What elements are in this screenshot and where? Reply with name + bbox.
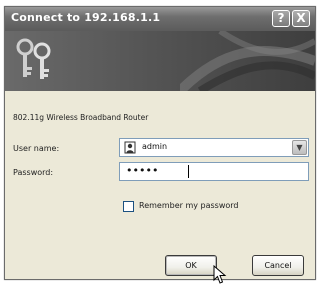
- login-dialog: Connect to 192.168.1.1 ? X 802.11g Wirel…: [4, 6, 316, 284]
- remember-password-checkbox[interactable]: [123, 201, 134, 212]
- window-title: Connect to 192.168.1.1: [11, 11, 161, 24]
- username-field[interactable]: admin ▼: [119, 138, 309, 157]
- ok-button[interactable]: OK: [165, 255, 217, 276]
- username-value: admin: [142, 142, 168, 151]
- device-description: 802.11g Wireless Broadband Router: [13, 113, 149, 122]
- close-button[interactable]: X: [292, 10, 310, 27]
- password-value: •••••: [126, 164, 159, 177]
- text-caret: [188, 165, 189, 178]
- mouse-pointer-icon: [213, 265, 227, 284]
- help-button[interactable]: ?: [272, 10, 290, 27]
- chevron-down-icon[interactable]: ▼: [292, 140, 307, 155]
- username-label: User name:: [13, 144, 60, 153]
- password-label: Password:: [13, 168, 54, 177]
- keys-icon: [16, 38, 51, 79]
- dialog-banner: [5, 31, 315, 91]
- cancel-button[interactable]: Cancel: [252, 255, 304, 276]
- password-field[interactable]: •••••: [119, 162, 309, 181]
- title-bar[interactable]: Connect to 192.168.1.1 ? X: [5, 7, 315, 31]
- remember-password-label[interactable]: Remember my password: [139, 201, 239, 210]
- banner-decoration: [180, 31, 315, 91]
- user-icon: [124, 141, 136, 154]
